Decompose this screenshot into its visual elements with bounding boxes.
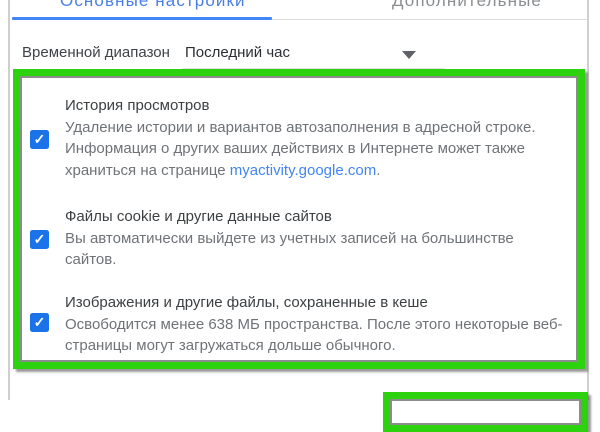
- section-description-line: сайтов.: [65, 249, 565, 271]
- active-tab-underline: [12, 17, 272, 20]
- myactivity-link[interactable]: myactivity.google.com: [230, 162, 376, 179]
- annotation-box-clear-button: [383, 392, 588, 432]
- section-description-line: страницы могут загружаться дольше обычно…: [65, 335, 565, 357]
- section-description-line: Информация о других ваших действиях в Ин…: [65, 138, 565, 160]
- section-title: Изображения и другие файлы, сохраненные …: [65, 292, 565, 314]
- dialog-right-edge: [587, 0, 589, 400]
- dialog-left-edge: [8, 0, 10, 400]
- time-range-value: Последний час: [185, 44, 290, 61]
- section-title: Файлы cookie и другие данные сайтов: [65, 206, 565, 228]
- checkbox-cookies[interactable]: ✓: [30, 230, 49, 249]
- section-description-line: Удаление истории и вариантов автозаполне…: [65, 117, 565, 139]
- section-title: История просмотров: [65, 95, 565, 117]
- clear-browsing-data-dialog: { "tabs": { "basic_label": "Основные нас…: [0, 0, 600, 400]
- chevron-down-icon: [402, 51, 416, 59]
- section-browsing-history: История просмотров Удаление истории и ва…: [65, 95, 565, 181]
- tab-advanced[interactable]: Дополнительные: [392, 0, 542, 11]
- tab-strip-divider: [272, 19, 587, 20]
- section-description-line: храниться на странице myactivity.google.…: [65, 160, 565, 182]
- checkbox-cached-files[interactable]: ✓: [30, 313, 49, 332]
- checkbox-browsing-history[interactable]: ✓: [30, 130, 49, 149]
- section-cookies: Файлы cookie и другие данные сайтов Вы а…: [65, 206, 565, 271]
- section-cached-files: Изображения и другие файлы, сохраненные …: [65, 292, 565, 357]
- description-text: храниться на странице: [65, 162, 230, 179]
- description-text: .: [376, 162, 380, 179]
- section-description-line: Освободится менее 638 МБ пространства. П…: [65, 314, 565, 336]
- time-range-select[interactable]: Последний час: [182, 40, 445, 69]
- time-range-label: Временной диапазон: [22, 44, 170, 61]
- section-description-line: Вы автоматически выйдете из учетных запи…: [65, 228, 565, 250]
- tab-basic-settings[interactable]: Основные настройки: [60, 0, 246, 11]
